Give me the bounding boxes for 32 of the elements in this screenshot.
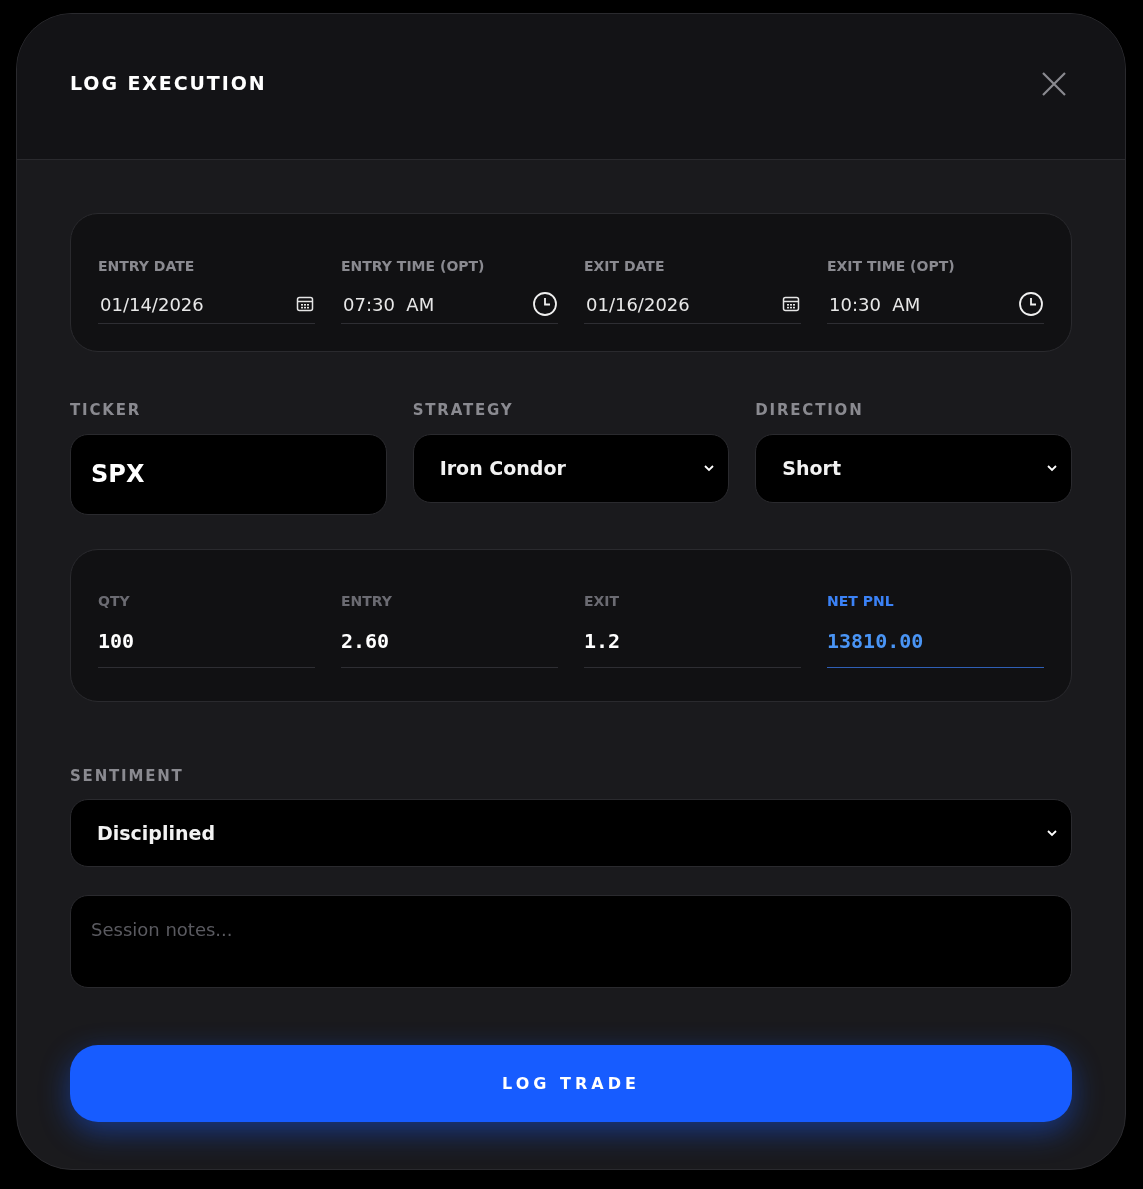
calendar-icon[interactable] [295,294,315,314]
number-field[interactable]: 2.60 [341,625,558,668]
field-label: ENTRY TIME (OPT) [341,257,486,276]
field-label: NET PNL [827,591,895,611]
number-field[interactable]: 1.2 [584,625,801,668]
select-field[interactable]: Disciplined [70,799,1072,867]
select-field[interactable]: Iron Condor [412,433,730,503]
field-label: QTY [98,591,131,611]
field-label: EXIT TIME (OPT) [827,257,956,276]
field-label: DIRECTION [755,400,865,421]
datetime-field[interactable]: 10:30 AM [827,289,1044,324]
log-trade-button[interactable]: LOG TRADE [70,1045,1072,1122]
datetime-field[interactable]: 07:30 AM [341,289,558,324]
clock-icon[interactable] [532,291,558,317]
number-field[interactable]: 13810.00 [827,625,1044,668]
field-label: TICKER [70,400,143,421]
field-label: ENTRY DATE [98,257,196,276]
datetime-field[interactable]: 01/14/2026 [98,289,315,324]
field-label: SENTIMENT [70,765,185,787]
calendar-icon[interactable] [781,294,801,314]
ticker-field[interactable]: SPX [70,433,387,515]
field-label: EXIT [584,591,621,611]
close-icon[interactable] [1041,70,1067,97]
number-field[interactable]: 100 [98,625,315,668]
notes-field[interactable]: Session notes... [70,895,1072,988]
field-label: EXIT DATE [584,257,666,276]
select-field[interactable]: Short [755,433,1072,503]
datetime-field[interactable]: 01/16/2026 [584,289,801,324]
clock-icon[interactable] [1018,291,1044,317]
dialog-title: LOG EXECUTION [70,71,267,97]
field-label: ENTRY [341,591,393,611]
field-label: STRATEGY [412,400,515,421]
